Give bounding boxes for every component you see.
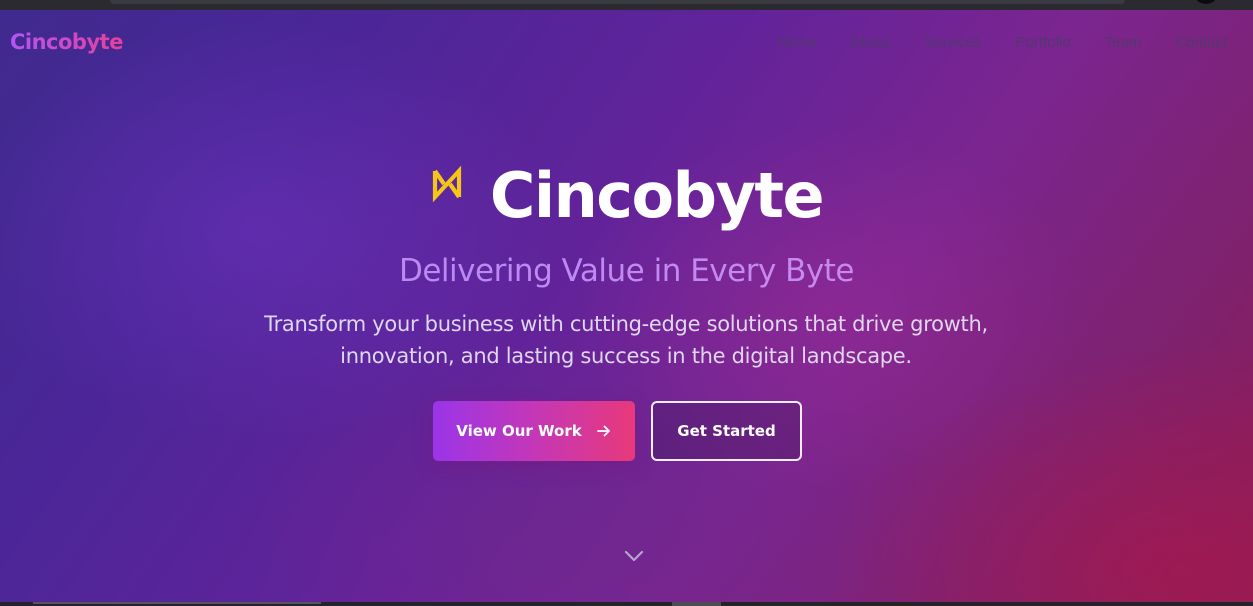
arrow-right-icon [596,423,612,439]
browser-bottom-bar [0,602,1253,606]
get-started-label: Get Started [677,422,776,440]
view-our-work-label: View Our Work [456,422,582,440]
nav-item-portfolio[interactable]: Portfolio [1016,34,1071,51]
browser-profile-icon[interactable] [1193,0,1219,4]
hero-title-row: Cincobyte [0,158,1253,234]
hero-description: Transform your business with cutting-edg… [226,308,1026,372]
get-started-button[interactable]: Get Started [651,401,802,461]
view-our-work-button[interactable]: View Our Work [433,401,635,461]
hero-section: Cincobyte Home About Services Portfolio … [0,10,1253,602]
hero-description-line-2: innovation, and lasting success in the d… [340,344,912,368]
browser-address-bar[interactable] [110,0,1125,4]
hero-title: Cincobyte [489,159,825,232]
hero-tagline: Delivering Value in Every Byte [0,251,1253,291]
main-nav: Home About Services Portfolio Team Conta… [743,34,1227,51]
bowtie-logo-icon [430,164,464,204]
brand-logo-text[interactable]: Cincobyte [10,30,123,54]
nav-item-contact[interactable]: Contact [1175,34,1227,51]
nav-item-team[interactable]: Team [1105,34,1142,51]
nav-item-about[interactable]: About [851,34,890,51]
horizontal-scrollbar[interactable] [33,602,321,604]
chevron-down-icon[interactable] [623,548,645,564]
browser-top-bar [0,0,1253,10]
hero-description-line-1: Transform your business with cutting-edg… [264,312,988,336]
nav-item-home[interactable]: Home [777,34,817,51]
scrollbar-thumb[interactable] [672,602,721,606]
nav-item-services[interactable]: Services [924,34,982,51]
